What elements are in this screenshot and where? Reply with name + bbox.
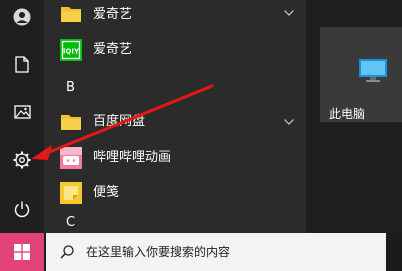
annotation-arrow (31, 84, 214, 160)
